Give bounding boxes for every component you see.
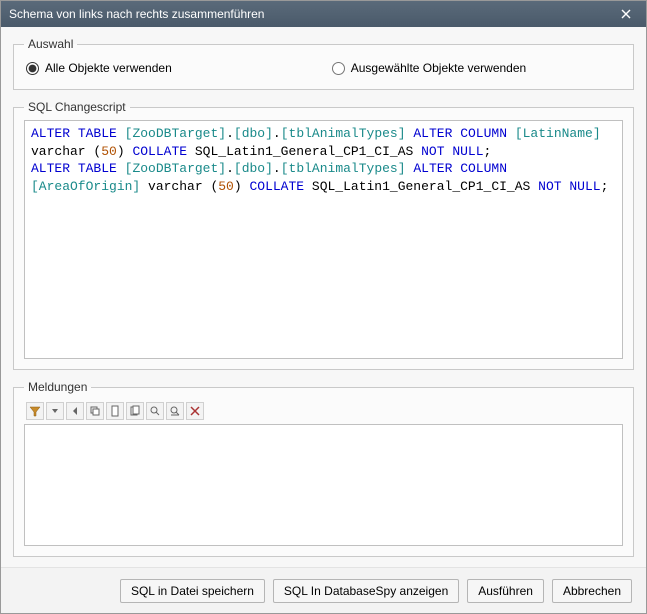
button-row: SQL in Datei speichern SQL In DatabaseSp… (1, 567, 646, 613)
radio-use-selected[interactable]: Ausgewählte Objekte verwenden (332, 61, 526, 75)
find-icon (149, 405, 161, 417)
show-in-dbspy-button[interactable]: SQL In DatabaseSpy anzeigen (273, 579, 459, 603)
messages-legend: Meldungen (24, 380, 91, 394)
sql-legend: SQL Changescript (24, 100, 130, 114)
selection-legend: Auswahl (24, 37, 77, 51)
selection-radio-row: Alle Objekte verwenden Ausgewählte Objek… (24, 57, 623, 79)
radio-use-all[interactable]: Alle Objekte verwenden (26, 61, 172, 75)
radio-use-selected-label: Ausgewählte Objekte verwenden (351, 61, 526, 75)
titlebar: Schema von links nach rechts zusammenfüh… (1, 1, 646, 27)
selection-group: Auswahl Alle Objekte verwenden Ausgewähl… (13, 37, 634, 90)
prev-icon-button[interactable] (66, 402, 84, 420)
execute-button[interactable]: Ausführen (467, 579, 544, 603)
dialog-body: Auswahl Alle Objekte verwenden Ausgewähl… (1, 27, 646, 567)
messages-group: Meldungen (13, 380, 634, 557)
messages-toolbar (24, 400, 623, 424)
sql-changescript-group: SQL Changescript ALTER TABLE [ZooDBTarge… (13, 100, 634, 370)
radio-use-all-label: Alle Objekte verwenden (45, 61, 172, 75)
clear-icon (189, 405, 201, 417)
copy-icon (89, 405, 101, 417)
close-icon (621, 9, 631, 19)
messages-area[interactable] (24, 424, 623, 546)
copy-icon-button[interactable] (86, 402, 104, 420)
filter-icon-button[interactable] (26, 402, 44, 420)
prev-icon (69, 405, 81, 417)
radio-use-all-input[interactable] (26, 62, 39, 75)
doc-icon-button[interactable] (106, 402, 124, 420)
window-title: Schema von links nach rechts zusammenfüh… (9, 7, 614, 21)
clear-icon-button[interactable] (186, 402, 204, 420)
doc2-icon-button[interactable] (126, 402, 144, 420)
close-button[interactable] (614, 4, 638, 24)
find2-icon (169, 405, 181, 417)
dialog-window: Schema von links nach rechts zusammenfüh… (0, 0, 647, 614)
dropdown-icon-button[interactable] (46, 402, 64, 420)
filter-icon (29, 405, 41, 417)
save-sql-button[interactable]: SQL in Datei speichern (120, 579, 265, 603)
doc-icon (109, 405, 121, 417)
radio-use-selected-input[interactable] (332, 62, 345, 75)
doc2-icon (129, 405, 141, 417)
find-icon-button[interactable] (146, 402, 164, 420)
find2-icon-button[interactable] (166, 402, 184, 420)
dropdown-icon (49, 405, 61, 417)
cancel-button[interactable]: Abbrechen (552, 579, 632, 603)
sql-editor[interactable]: ALTER TABLE [ZooDBTarget].[dbo].[tblAnim… (24, 120, 623, 359)
